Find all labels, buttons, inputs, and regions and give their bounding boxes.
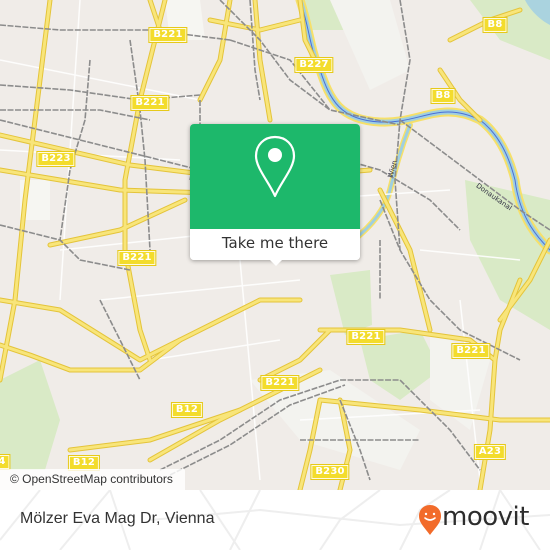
road-shield-b12: B12	[170, 402, 204, 418]
road-shield-b221: B221	[148, 27, 188, 43]
road-shield-b221: B221	[451, 343, 491, 359]
road-shield-a23: A23	[473, 444, 507, 460]
road-shield-b12: B12	[67, 455, 101, 471]
road-shield-b8: B8	[430, 88, 456, 104]
road-shield-b8: B8	[482, 17, 508, 33]
map-view[interactable]: B221 B221 B223 B221 B227 B8 B8 B221 B221…	[0, 0, 550, 490]
road-shield-partial: 4	[0, 454, 11, 470]
road-shield-b223: B223	[36, 151, 76, 167]
road-shield-b221: B221	[346, 329, 386, 345]
road-shield-b227: B227	[294, 57, 334, 73]
location-popup: Take me there	[190, 124, 360, 266]
take-me-there-button[interactable]: Take me there	[190, 229, 360, 260]
place-name: Mölzer Eva Mag Dr, Vienna	[20, 510, 215, 527]
moovit-logo[interactable]: moovit	[418, 502, 529, 536]
popup-header	[190, 124, 360, 229]
road-shield-b221: B221	[130, 95, 170, 111]
road-shield-b230: B230	[310, 464, 350, 480]
road-shield-b221: B221	[117, 250, 157, 266]
moovit-smile-pin-icon	[419, 505, 441, 535]
road-shield-b221: B221	[260, 375, 300, 391]
location-pin-icon	[254, 135, 296, 198]
popup-pointer	[268, 258, 284, 266]
moovit-wordmark: moovit	[442, 502, 529, 532]
map-attribution[interactable]: © OpenStreetMap contributors	[0, 469, 185, 490]
footer-bar: Mölzer Eva Mag Dr, Vienna moovit	[0, 490, 550, 550]
